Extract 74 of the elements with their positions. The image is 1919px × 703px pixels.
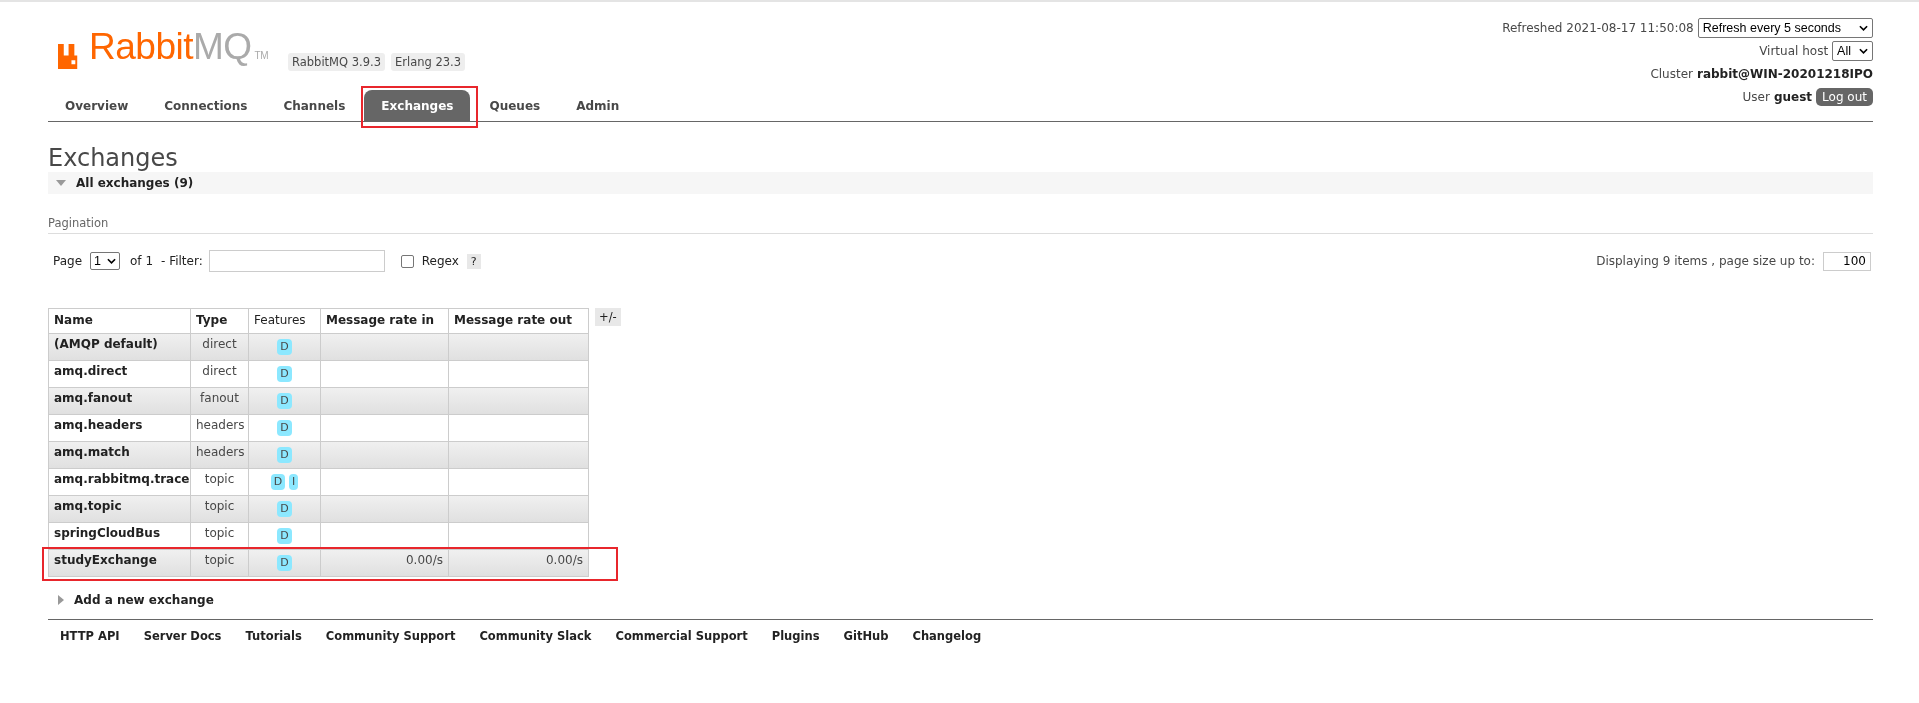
footer-link[interactable]: Community Slack <box>479 629 592 643</box>
vhost-label: Virtual host <box>1759 44 1829 58</box>
version-badge: RabbitMQ 3.9.3 <box>288 53 385 71</box>
feature-badge: D <box>277 555 292 571</box>
footer-link[interactable]: Commercial Support <box>615 629 748 643</box>
page-label: Page <box>53 254 83 268</box>
displaying-text: Displaying 9 items , page size up to: <box>1596 254 1815 268</box>
filter-field[interactable] <box>208 250 385 272</box>
footer-link[interactable]: Community Support <box>325 629 456 643</box>
page-count: of 1 <box>130 254 154 268</box>
pagination-label: Pagination <box>48 216 1873 234</box>
footer-link[interactable]: Server Docs <box>143 629 222 643</box>
table-cell: headers <box>190 442 248 468</box>
nav-tab[interactable]: Connections <box>147 90 265 121</box>
exchange-name[interactable]: springCloudBus <box>49 523 190 549</box>
feature-badge: D <box>277 447 292 463</box>
table-cell: topic <box>190 496 248 522</box>
nav-tab[interactable]: Channels <box>266 90 363 121</box>
nav-tab[interactable]: Admin <box>559 90 637 121</box>
table-cell: topic <box>190 550 248 576</box>
regex-label: Regex <box>421 254 459 268</box>
feature-badge: D <box>277 393 292 409</box>
page-title: Exchanges <box>48 144 179 172</box>
add-exchange-toggle[interactable]: Add a new exchange <box>48 593 1873 607</box>
nav-tab[interactable]: Overview <box>48 90 146 121</box>
chevron-icon <box>107 258 116 264</box>
feature-badge: I <box>289 474 299 490</box>
column-header: Name <box>53 312 94 329</box>
cluster-name: rabbit@WIN-20201218IPO <box>1696 67 1873 81</box>
logout-button[interactable]: Log out <box>1816 88 1873 106</box>
exchange-name[interactable]: amq.rabbitmq.trace <box>49 469 190 495</box>
exchange-name[interactable]: amq.topic <box>49 496 190 522</box>
page-select[interactable]: 1 <box>90 252 120 270</box>
triangle-icon <box>56 180 66 186</box>
table-cell: 0.00/s <box>406 553 443 567</box>
exchange-name[interactable]: amq.headers <box>49 415 190 441</box>
user-label: User <box>1742 90 1770 104</box>
regex-checkbox[interactable] <box>400 254 414 268</box>
feature-badge: D <box>277 528 292 544</box>
table-cell: 0.00/s <box>546 553 583 567</box>
feature-badge: D <box>270 474 286 490</box>
cluster-label: Cluster <box>1650 67 1693 81</box>
help-button[interactable]: ? <box>466 253 481 269</box>
version-badge: Erlang 23.3 <box>391 53 466 71</box>
exchange-name[interactable]: amq.direct <box>49 361 190 387</box>
table-cell: direct <box>190 334 248 360</box>
footer-link[interactable]: GitHub <box>843 629 889 643</box>
logo-text: RabbitMQ TM <box>89 28 268 69</box>
refresh-select[interactable]: Refresh every 5 seconds <box>1697 18 1873 38</box>
filter-label: - Filter: <box>161 254 203 268</box>
footer-link[interactable]: HTTP API <box>60 629 120 643</box>
feature-badge: D <box>277 339 292 355</box>
page-size-field[interactable]: 100 <box>1823 251 1871 271</box>
chevron-icon <box>1859 48 1868 54</box>
footer-link[interactable]: Changelog <box>912 629 982 643</box>
nav-tab[interactable]: Exchanges <box>364 90 471 121</box>
exchange-name[interactable]: (AMQP default) <box>49 334 190 360</box>
footer-link[interactable]: Tutorials <box>245 629 302 643</box>
vhost-select[interactable]: All <box>1832 41 1873 61</box>
triangle-icon <box>58 595 64 605</box>
feature-badge: D <box>277 501 292 517</box>
exchange-name[interactable]: studyExchange <box>49 550 190 576</box>
refreshed-text: Refreshed 2021-08-17 11:50:08 <box>1502 21 1694 35</box>
section-header[interactable]: All exchanges (9) <box>48 172 1873 194</box>
exchange-name[interactable]: amq.match <box>49 442 190 468</box>
nav-tab[interactable]: Queues <box>472 90 558 121</box>
feature-badge: D <box>277 366 292 382</box>
user-name: guest <box>1773 90 1813 104</box>
column-toggle-button[interactable]: +/- <box>595 308 621 326</box>
exchange-name[interactable]: amq.fanout <box>49 388 190 414</box>
feature-badge: D <box>277 420 292 436</box>
chevron-icon <box>1859 25 1868 31</box>
footer-link[interactable]: Plugins <box>771 629 820 643</box>
table-cell: fanout <box>190 388 248 414</box>
